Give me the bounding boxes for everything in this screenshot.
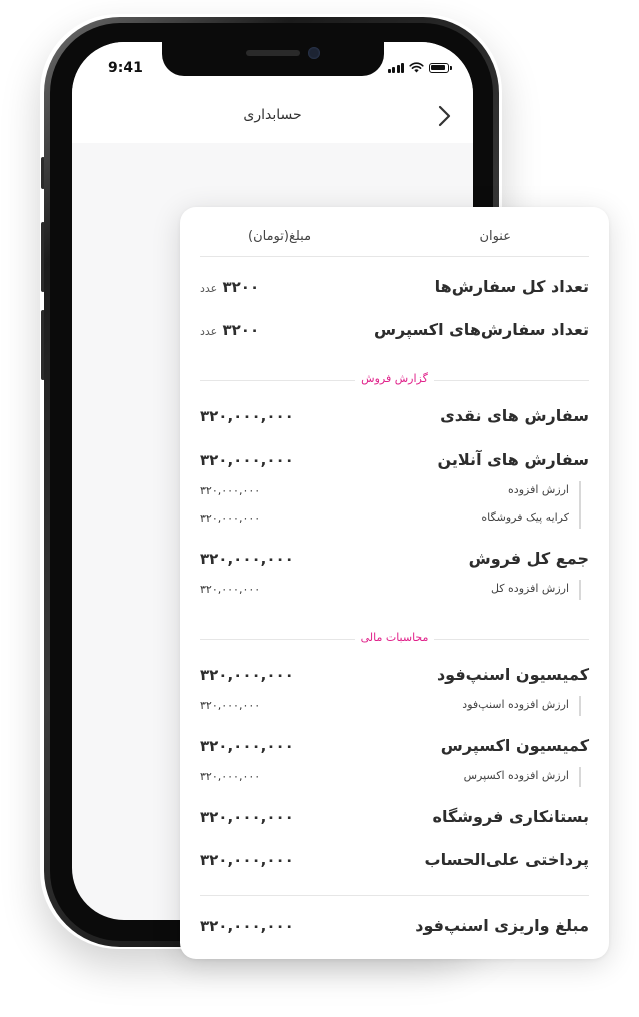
back-button[interactable] — [432, 102, 456, 130]
report-row-value: ۳۲۰,۰۰۰,۰۰۰ — [200, 851, 294, 869]
notch — [162, 42, 384, 76]
summary-row-value: ۳۲۰۰ عدد — [200, 321, 259, 339]
report-subrow-label: ارزش افزوده اسنپ‌فود — [462, 698, 569, 711]
report-row-label: بستانکاری فروشگاه — [432, 807, 589, 826]
subrow-indicator-bar — [579, 767, 581, 787]
status-time: 9:41 — [108, 60, 143, 76]
report-row-value: ۳۲۰,۰۰۰,۰۰۰ — [200, 407, 294, 425]
report-row-label: کمیسیون اسنپ‌فود — [436, 665, 589, 684]
summary-row-unit: عدد — [200, 325, 218, 338]
summary-row-number: ۳۲۰۰ — [222, 278, 260, 296]
report-row-label: پرداختی علی‌الحساب — [424, 850, 589, 869]
cellular-signal-icon — [387, 62, 404, 73]
summary-row-value: ۳۲۰۰ عدد — [200, 278, 259, 296]
header-divider — [200, 256, 589, 257]
report-subrow-label: ارزش افزوده کل — [490, 582, 569, 595]
report-row-label: سفارش های نقدی — [440, 406, 589, 425]
status-icons — [387, 62, 452, 73]
report-row-value: ۳۲۰,۰۰۰,۰۰۰ — [200, 666, 294, 684]
report-subrow-label: ارزش افزوده — [508, 483, 569, 496]
report-row-value: ۳۲۰,۰۰۰,۰۰۰ — [200, 550, 294, 568]
report-row-value: ۳۲۰,۰۰۰,۰۰۰ — [200, 737, 294, 755]
column-header-amount: مبلغ(تومان) — [248, 229, 312, 244]
summary-row-number: ۳۲۰۰ — [222, 321, 260, 339]
wifi-icon — [409, 62, 424, 73]
summary-row-label: تعداد سفارش‌های اکسپرس — [373, 320, 589, 339]
total-value: ۳۲۰,۰۰۰,۰۰۰ — [200, 917, 294, 935]
report-subrow-label: ارزش افزوده اکسپرس — [463, 769, 569, 782]
report-subrow-value: ۳۲۰,۰۰۰,۰۰۰ — [200, 699, 261, 712]
subrow-indicator-bar — [579, 580, 581, 600]
subrow-indicator-bar — [579, 696, 581, 716]
total-label: مبلغ واریزی اسنپ‌فود — [415, 916, 589, 935]
report-row-label: جمع کل فروش — [468, 549, 589, 568]
accounting-report-card: عنوان مبلغ(تومان) تعداد کل سفارش‌ها ۳۲۰۰ عد… — [180, 207, 609, 959]
summary-row-label: تعداد کل سفارش‌ها — [434, 277, 589, 296]
subrow-indicator-bar — [579, 481, 581, 529]
report-row-label: سفارش های آنلاین — [437, 450, 590, 469]
report-row-value: ۳۲۰,۰۰۰,۰۰۰ — [200, 808, 294, 826]
navigation-bar: 9:41 حسابداری — [72, 42, 473, 143]
report-subrow-value: ۳۲۰,۰۰۰,۰۰۰ — [200, 770, 261, 783]
report-row-label: کمیسیون اکسپرس — [440, 736, 589, 755]
column-header-title: عنوان — [479, 229, 511, 244]
report-subrow-label: کرایه پیک فروشگاه — [481, 511, 569, 524]
summary-row-unit: عدد — [200, 282, 218, 295]
section-title: گزارش فروش — [355, 372, 434, 385]
chevron-right-icon — [438, 105, 451, 127]
report-row-value: ۳۲۰,۰۰۰,۰۰۰ — [200, 451, 294, 469]
report-subrow-value: ۳۲۰,۰۰۰,۰۰۰ — [200, 583, 261, 596]
report-subrow-value: ۳۲۰,۰۰۰,۰۰۰ — [200, 512, 261, 525]
total-divider — [200, 895, 589, 896]
page-title: حسابداری — [243, 107, 302, 123]
camera-icon — [308, 47, 320, 59]
report-subrow-value: ۳۲۰,۰۰۰,۰۰۰ — [200, 484, 261, 497]
battery-icon — [429, 62, 452, 73]
speaker-grille — [246, 50, 300, 56]
section-title: محاسبات مالی — [354, 631, 435, 644]
